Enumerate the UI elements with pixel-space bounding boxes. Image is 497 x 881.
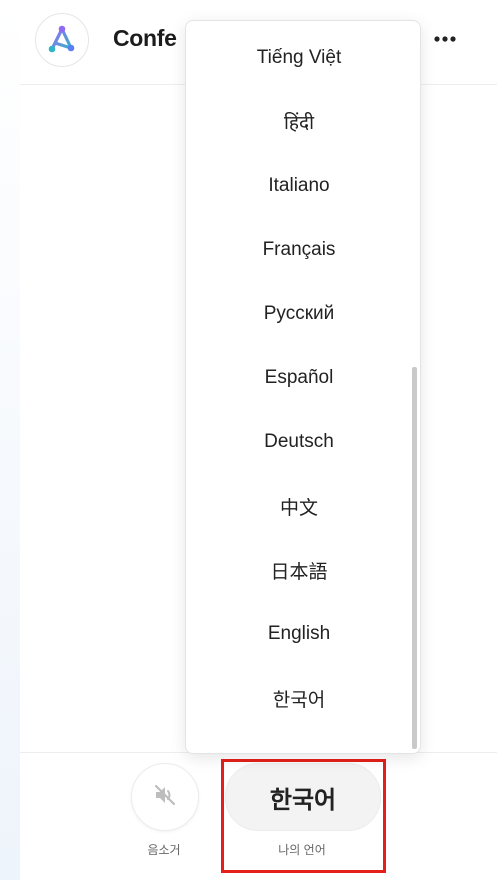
language-option[interactable]: Italiano xyxy=(186,154,412,218)
language-option[interactable]: Русский xyxy=(186,282,412,346)
language-option[interactable]: Español xyxy=(186,346,412,410)
my-language-label: 나의 언어 xyxy=(278,843,326,857)
dropdown-scrollbar[interactable] xyxy=(412,367,417,749)
language-option[interactable]: Deutsch xyxy=(186,410,412,474)
speaker-muted-icon xyxy=(153,784,177,811)
mute-label: 음소거 xyxy=(147,843,181,857)
language-option[interactable]: 日本語 xyxy=(186,538,412,602)
app-title: Confe xyxy=(113,25,177,51)
app-logo-icon xyxy=(35,13,89,67)
language-dropdown: Tiếng Việt हिंदी Italiano Français Русск… xyxy=(185,20,421,754)
language-option[interactable]: हिंदी xyxy=(186,90,412,154)
bottom-control-bar: 음소거 한국어 나의 언어 xyxy=(20,752,497,881)
language-option[interactable]: English xyxy=(186,602,412,666)
language-option[interactable]: 한국어 xyxy=(186,666,412,730)
language-option[interactable]: Tiếng Việt xyxy=(186,26,412,90)
background-accent xyxy=(0,0,22,880)
language-option[interactable]: 中文 xyxy=(186,474,412,538)
language-button[interactable]: 한국어 xyxy=(225,763,381,831)
mute-button[interactable] xyxy=(131,763,199,831)
more-horizontal-icon[interactable] xyxy=(430,24,460,54)
language-option[interactable]: Français xyxy=(186,218,412,282)
